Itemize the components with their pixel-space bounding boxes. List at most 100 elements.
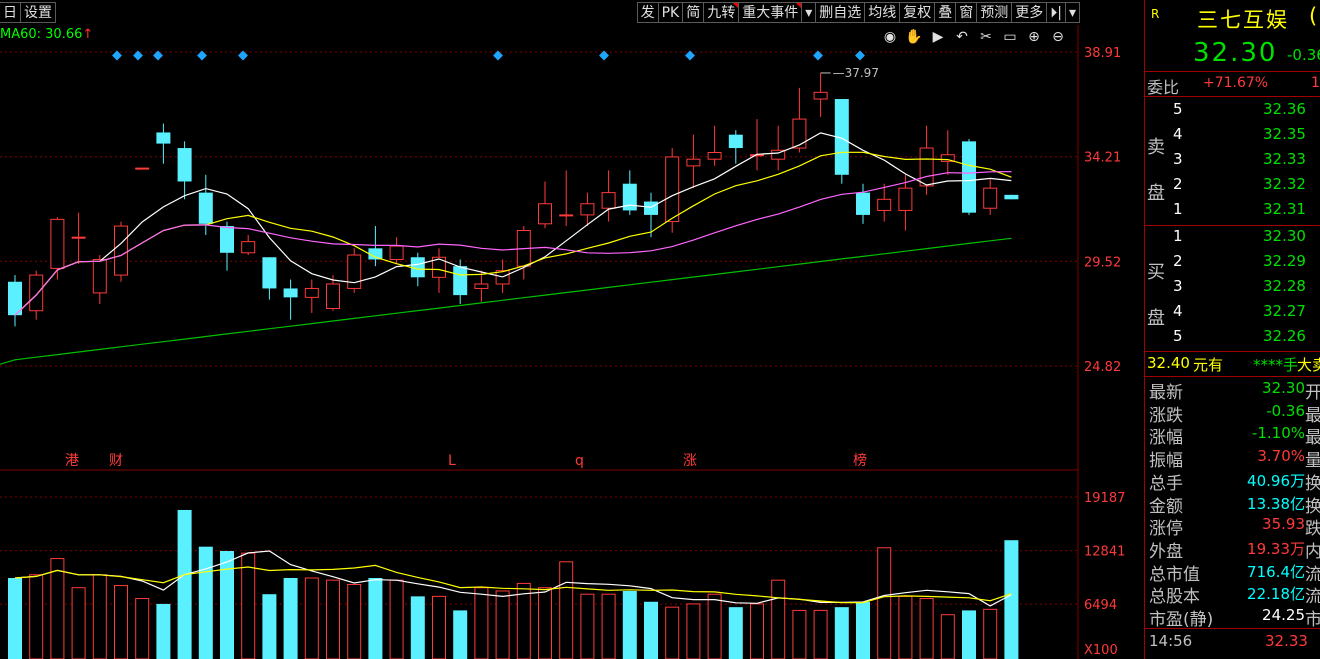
level-price: 32.36 (1263, 100, 1306, 118)
candle-body (877, 198, 892, 211)
stock-name: 三七互娱 (1197, 8, 1289, 32)
stat-value: 19.33万 (1247, 539, 1305, 558)
candle-body (71, 236, 86, 239)
stat-row: 涨幅 -1.10% 最 (1145, 423, 1320, 448)
stat-value: -1.10% (1251, 424, 1305, 443)
level-number: 1 (1173, 200, 1183, 218)
level-price: 32.30 (1263, 227, 1306, 245)
stat-row: 振幅 3.70% 量 (1145, 446, 1320, 472)
level-price: 32.32 (1263, 175, 1306, 193)
candle-body (983, 187, 998, 209)
volume-bar (177, 509, 192, 659)
stat-label: 最新 (1149, 383, 1183, 403)
toolbar-button-3[interactable]: 九转 (704, 2, 740, 23)
volume-bar (326, 579, 340, 659)
asks-row: 1 32.31 (1145, 200, 1320, 222)
r-badge: R (1151, 7, 1160, 21)
bids-row: 4 32.27 (1145, 302, 1320, 324)
toolbar-button-2[interactable]: 简 (683, 2, 705, 23)
toolbar-button-6[interactable]: 删自选 (816, 2, 866, 23)
candle-body (241, 241, 256, 254)
ma60-line (0, 237, 1012, 365)
candle-body (283, 288, 298, 298)
stat-row: 金额 13.38亿换 (1145, 492, 1320, 517)
stat-tail: 最 (1305, 405, 1320, 426)
stat-value: -0.36 (1266, 401, 1305, 420)
stat-tail: 量 (1305, 451, 1320, 472)
stat-label: 市盈(静) (1149, 610, 1214, 630)
level-price: 32.26 (1263, 327, 1306, 345)
volume-bar (559, 561, 574, 659)
stat-tail: 流 (1305, 564, 1320, 585)
stat-label: 振幅 (1149, 451, 1183, 472)
toolbar-button-1[interactable]: PK (658, 2, 684, 23)
candle-body (262, 257, 277, 289)
level-price: 32.29 (1263, 252, 1306, 270)
volume-bar (474, 587, 489, 659)
level-price: 32.33 (1263, 150, 1306, 168)
bids-row: 1 32.30 (1145, 227, 1320, 249)
volume-bar (347, 583, 362, 659)
stat-tail: 开 (1305, 383, 1320, 403)
price-change: -0.36 (1287, 46, 1320, 64)
candle-body (304, 287, 319, 298)
candle-body (813, 91, 828, 100)
toolbar-right: 发 PK 简九转 重大事件 ▾ 删自选 均线 复权叠窗预测 更多 ⏵| ▾ (636, 2, 1080, 23)
event-marker-label: 涨 (683, 453, 697, 469)
candle-body (962, 141, 976, 213)
volume-bar (707, 593, 722, 659)
volume-bar (792, 609, 807, 659)
candle-body (644, 201, 658, 215)
toolbar-button-0[interactable]: 发 (636, 2, 659, 23)
asks-row: 4 32.35 (1145, 125, 1320, 147)
asks-row: 5 32.36 (1145, 100, 1320, 122)
volume-unit-label: X100 (1084, 643, 1118, 658)
stat-value: 24.25 (1262, 606, 1305, 624)
candle-body (29, 274, 44, 312)
candle-body (707, 152, 722, 160)
stat-row: 总手 40.96万换 (1145, 469, 1320, 494)
candle-body (50, 218, 65, 269)
stat-tail: 换 (1305, 496, 1320, 517)
toolbar-button-14[interactable]: ▾ (1065, 2, 1080, 23)
big-order-qty: ****手 (1253, 356, 1299, 374)
volume-bar (156, 603, 171, 659)
volume-bar (71, 587, 86, 659)
toolbar-button-11[interactable]: 预测 (977, 2, 1013, 23)
volume-bar (940, 614, 955, 659)
toolbar-button-12[interactable]: 更多 (1012, 2, 1048, 23)
stat-row: 涨跌 -0.36 最 (1145, 401, 1320, 426)
volume-bar (495, 590, 510, 659)
candlestick-chart[interactable]: 38.91 34.21 29.52 24.82 19187 12841 6494 X100 —3… (0, 25, 1144, 659)
volume-bar (898, 595, 913, 659)
volume-bar (8, 578, 22, 659)
toolbar-button-8[interactable]: 复权 (900, 2, 936, 23)
stat-label: 外盘 (1149, 541, 1183, 562)
toolbar-button-13[interactable]: ⏵| (1047, 2, 1066, 23)
big-order-row: 32.40 元有 ****手 大卖 (1145, 354, 1320, 374)
toolbar-button-4[interactable]: 重大事件 (739, 2, 803, 23)
toolbar-button-9[interactable]: 叠 (935, 2, 957, 23)
stat-row: 外盘 19.33万内 (1145, 537, 1320, 562)
toolbar-button-7[interactable]: 均线 (865, 2, 901, 23)
volume-axis-label: 19187 (1084, 491, 1125, 506)
stat-value: 22.18亿 (1247, 585, 1305, 604)
stat-value: 716.4亿 (1247, 562, 1305, 581)
toolbar-button-5[interactable]: ▾ (802, 2, 817, 23)
stat-tail: 换 (1305, 473, 1320, 494)
volume-bar (29, 574, 44, 659)
asks-row: 3 32.33 (1145, 150, 1320, 172)
toolbar-button-10[interactable]: 窗 (956, 2, 978, 23)
volume-bar (92, 574, 107, 659)
settings-button[interactable]: 设置 (21, 2, 56, 23)
level-number: 3 (1173, 277, 1183, 295)
volume-bar (538, 587, 552, 659)
candle-body (453, 266, 468, 296)
bids-row: 3 32.28 (1145, 277, 1320, 299)
volume-bar (241, 552, 256, 659)
volume-bar (686, 603, 701, 659)
period-button[interactable]: 日 (0, 2, 21, 23)
volume-bar (750, 603, 764, 659)
event-marker-label: L (448, 453, 456, 469)
event-marker-label: q (575, 453, 584, 469)
